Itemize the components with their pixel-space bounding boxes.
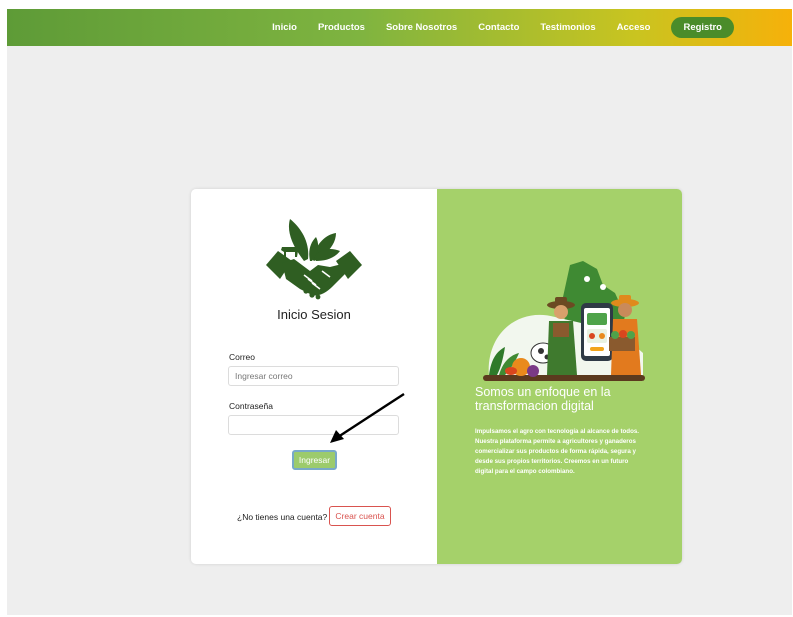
no-account-text: ¿No tienes una cuenta?: [237, 512, 328, 522]
nav-link-inicio[interactable]: Inicio: [272, 22, 297, 33]
register-button[interactable]: Registro: [671, 17, 734, 38]
nav-link-sobre-nosotros[interactable]: Sobre Nosotros: [386, 22, 457, 33]
login-card: Inicio Sesion Correo Contraseña Ingresar…: [191, 189, 682, 564]
nav-link-acceso[interactable]: Acceso: [617, 22, 651, 33]
handshake-plant-cow-icon: [266, 219, 362, 300]
email-input[interactable]: [228, 366, 399, 386]
promo-title: Somos un enfoque en la transformacion di…: [475, 385, 611, 413]
arrow-icon: [330, 392, 405, 443]
password-label: Contraseña: [229, 401, 273, 411]
nav-link-contacto[interactable]: Contacto: [478, 22, 519, 33]
create-account-button[interactable]: Crear cuenta: [329, 506, 391, 526]
farmers-illustration: [483, 261, 645, 381]
promo-panel: Somos un enfoque en la transformacion di…: [437, 189, 682, 564]
top-navbar: Inicio Productos Sobre Nosotros Contacto…: [7, 9, 792, 46]
login-submit-button[interactable]: Ingresar: [292, 450, 337, 470]
nav-link-testimonios[interactable]: Testimonios: [540, 22, 595, 33]
promo-text: Impulsamos el agro con tecnología al alc…: [475, 428, 640, 475]
nav-link-productos[interactable]: Productos: [318, 22, 365, 33]
login-title: Inicio Sesion: [277, 307, 351, 322]
page-background: Inicio Productos Sobre Nosotros Contacto…: [7, 9, 792, 615]
email-label: Correo: [229, 352, 255, 362]
login-panel: Inicio Sesion Correo Contraseña Ingresar…: [191, 189, 437, 564]
